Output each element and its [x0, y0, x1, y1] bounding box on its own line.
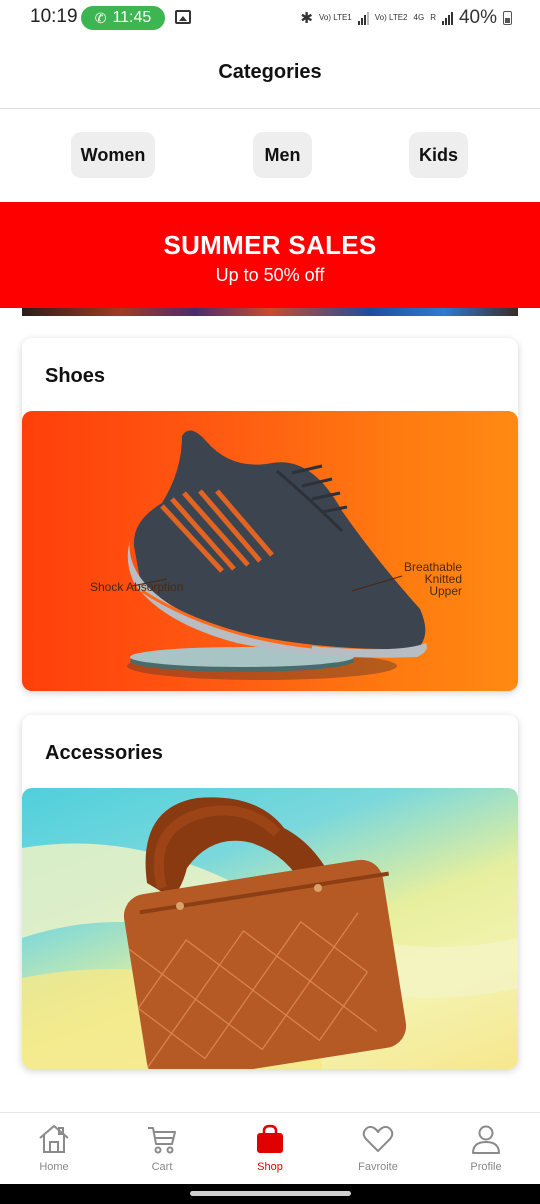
- handbag-illustration: [22, 797, 518, 1069]
- annotation-breathable-upper: Breathable Knitted Upper: [403, 560, 462, 598]
- banner-title: SUMMER SALES: [163, 230, 377, 260]
- roaming-label: R: [430, 13, 436, 22]
- accessories-image: [22, 788, 518, 1069]
- sim1-signal-icon: [357, 11, 369, 25]
- page-title: Categories: [218, 60, 322, 83]
- cart-icon: [148, 1127, 176, 1154]
- nav-label-profile: Profile: [470, 1161, 502, 1173]
- nav-label-favorite: Favroite: [358, 1161, 398, 1173]
- nav-label-shop: Shop: [257, 1161, 283, 1173]
- banner-image-strip: [22, 308, 518, 316]
- user-icon: [472, 1125, 500, 1154]
- gallery-icon: [175, 10, 191, 24]
- gesture-navigation-area: [0, 1184, 540, 1204]
- home-icon: [39, 1125, 69, 1153]
- nav-home[interactable]: Home: [9, 1113, 99, 1185]
- bottom-navigation: Home Cart Shop Favroite Profile: [0, 1112, 540, 1184]
- status-bar: 10:19 ✆ 11:45 ✱ Vo) LTE1 Vo) LTE2 4G R 4…: [0, 0, 540, 36]
- battery-percentage: 40%: [458, 7, 497, 28]
- banner-subtitle: Up to 50% off: [215, 265, 325, 285]
- shopping-bag-icon: [257, 1124, 283, 1153]
- sim2-signal-icon: [441, 11, 453, 25]
- phone-icon: ✆: [94, 9, 107, 26]
- category-chip-row: Women Men Kids: [0, 110, 540, 202]
- nav-label-cart: Cart: [151, 1161, 173, 1173]
- nav-shop[interactable]: Shop: [225, 1113, 315, 1185]
- category-card-shoes[interactable]: Shoes Shock Absorption Breathable Knitte…: [22, 338, 518, 691]
- gesture-handle[interactable]: [190, 1191, 351, 1196]
- chip-women[interactable]: Women: [71, 132, 155, 178]
- app-header: Categories: [0, 36, 540, 109]
- nav-cart[interactable]: Cart: [117, 1113, 207, 1185]
- network-type-label: 4G: [413, 13, 425, 22]
- bluetooth-icon: ✱: [300, 10, 313, 27]
- card-title-shoes: Shoes: [45, 365, 106, 387]
- chip-men[interactable]: Men: [253, 132, 312, 178]
- status-time: 10:19: [30, 6, 78, 27]
- sneaker-illustration: [127, 430, 427, 680]
- system-indicators: ✱ Vo) LTE1 Vo) LTE2 4G R 40%: [300, 7, 512, 29]
- annotation-shock-absorption: Shock Absorption: [90, 580, 184, 594]
- ongoing-call-pill[interactable]: ✆ 11:45: [81, 6, 165, 30]
- chip-kids[interactable]: Kids: [409, 132, 468, 178]
- shoes-image: Shock Absorption Breathable Knitted Uppe…: [22, 411, 518, 691]
- battery-icon: [503, 11, 512, 25]
- nav-favorite[interactable]: Favroite: [333, 1113, 423, 1185]
- card-title-accessories: Accessories: [45, 742, 163, 764]
- category-card-accessories[interactable]: Accessories: [22, 715, 518, 1069]
- sim1-network-label: Vo) LTE1: [318, 13, 352, 22]
- nav-profile[interactable]: Profile: [441, 1113, 531, 1185]
- call-duration: 11:45: [112, 9, 152, 26]
- heart-icon: [362, 1125, 394, 1152]
- sim2-network-label: Vo) LTE2: [374, 13, 408, 22]
- nav-label-home: Home: [39, 1161, 69, 1173]
- summer-sales-banner[interactable]: SUMMER SALES Up to 50% off: [0, 202, 540, 308]
